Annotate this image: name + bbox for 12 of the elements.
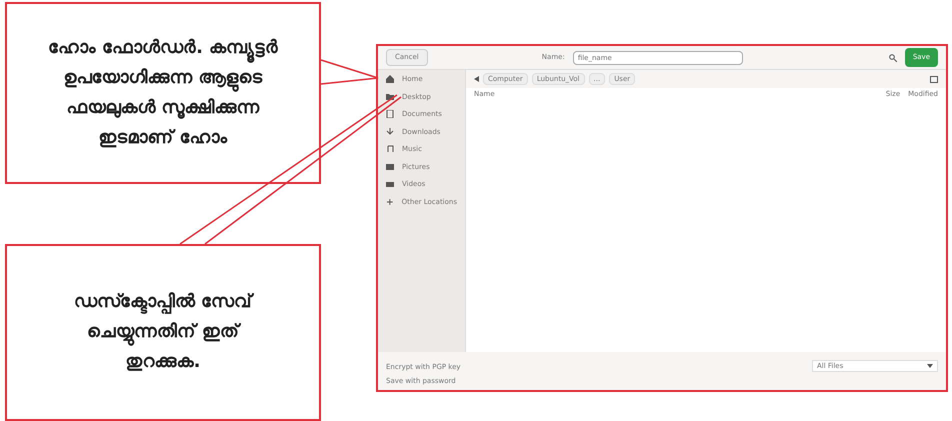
- video-icon: [386, 180, 394, 188]
- callout-box: ഹോം ഫോൾഡർ. കമ്പ്യൂട്ടർ ഉപയോഗിക്കുന്ന ആളുടെ ഫയലുകൾ സൂക്ഷിക്കുന്ന ഇടമാണ് ഹോം: [5, 2, 321, 184]
- plus-icon: [386, 198, 394, 206]
- document-icon: [386, 110, 394, 118]
- picture-icon: [386, 162, 394, 171]
- new-folder-icon[interactable]: [930, 76, 938, 82]
- callout-box: ഡസ്ക്ടോപ്പിൽ സേവ് ചെയ്യുന്നതിന് ഇത് തുറക്കുക.: [5, 244, 321, 421]
- caret-icon: [927, 364, 933, 368]
- download-icon: [386, 128, 394, 136]
- search-icon[interactable]: [888, 54, 897, 62]
- left-arrow-icon[interactable]: [474, 76, 479, 82]
- home-icon: [386, 75, 394, 84]
